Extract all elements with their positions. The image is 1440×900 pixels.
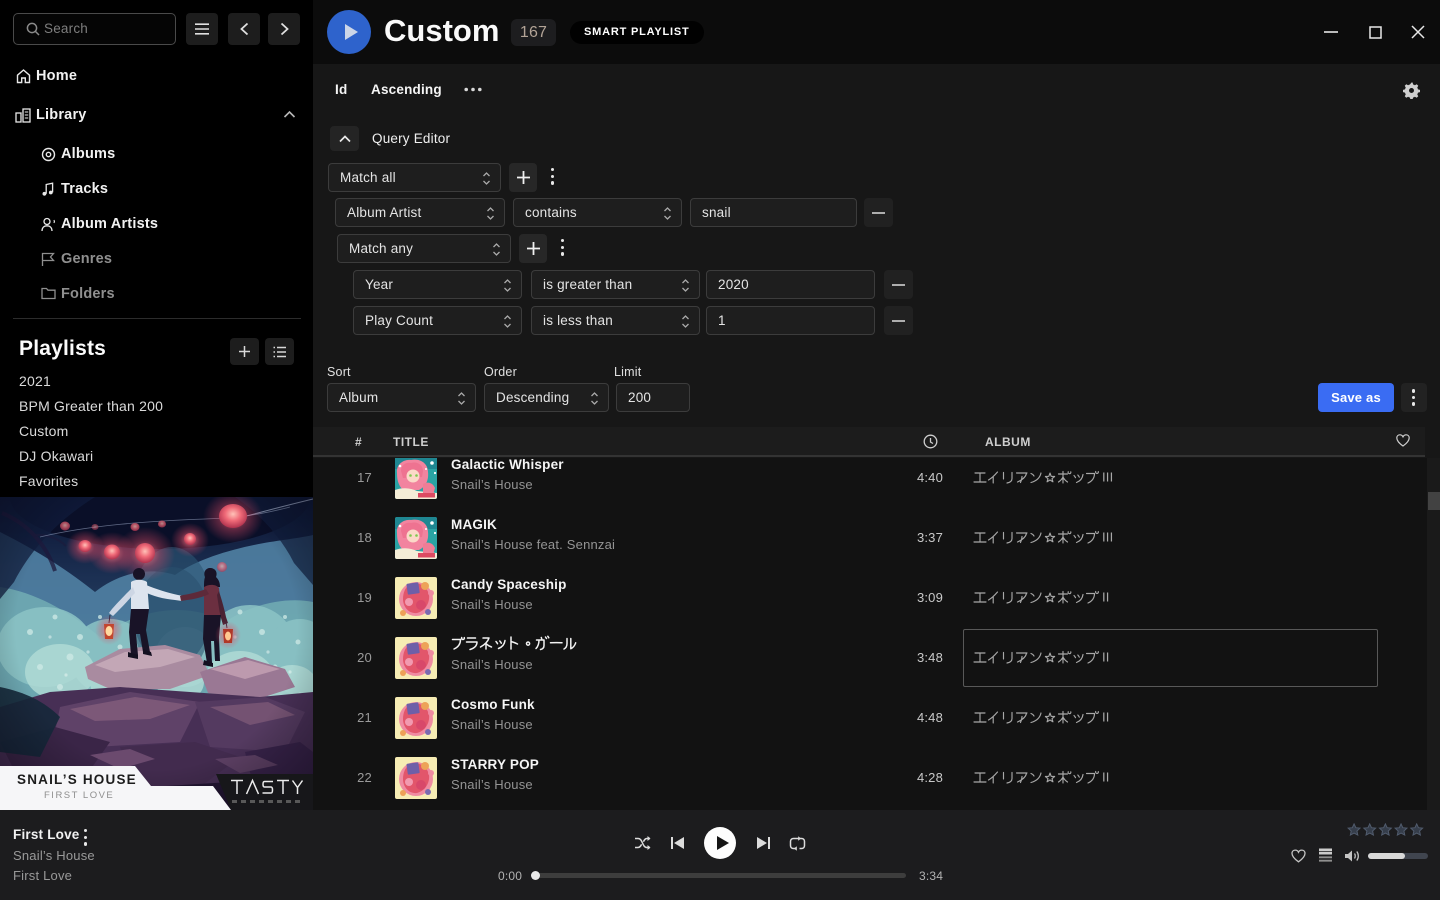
svg-text:II: II: [1102, 770, 1110, 785]
svg-text:SNAIL’S HOUSE: SNAIL’S HOUSE: [17, 772, 137, 787]
svg-text:III: III: [1102, 470, 1113, 485]
svg-text:FIRST LOVE: FIRST LOVE: [44, 790, 114, 801]
svg-text:II: II: [1102, 710, 1110, 725]
svg-text:II: II: [1102, 650, 1110, 665]
svg-text:III: III: [1102, 530, 1113, 545]
svg-text:II: II: [1102, 590, 1110, 605]
